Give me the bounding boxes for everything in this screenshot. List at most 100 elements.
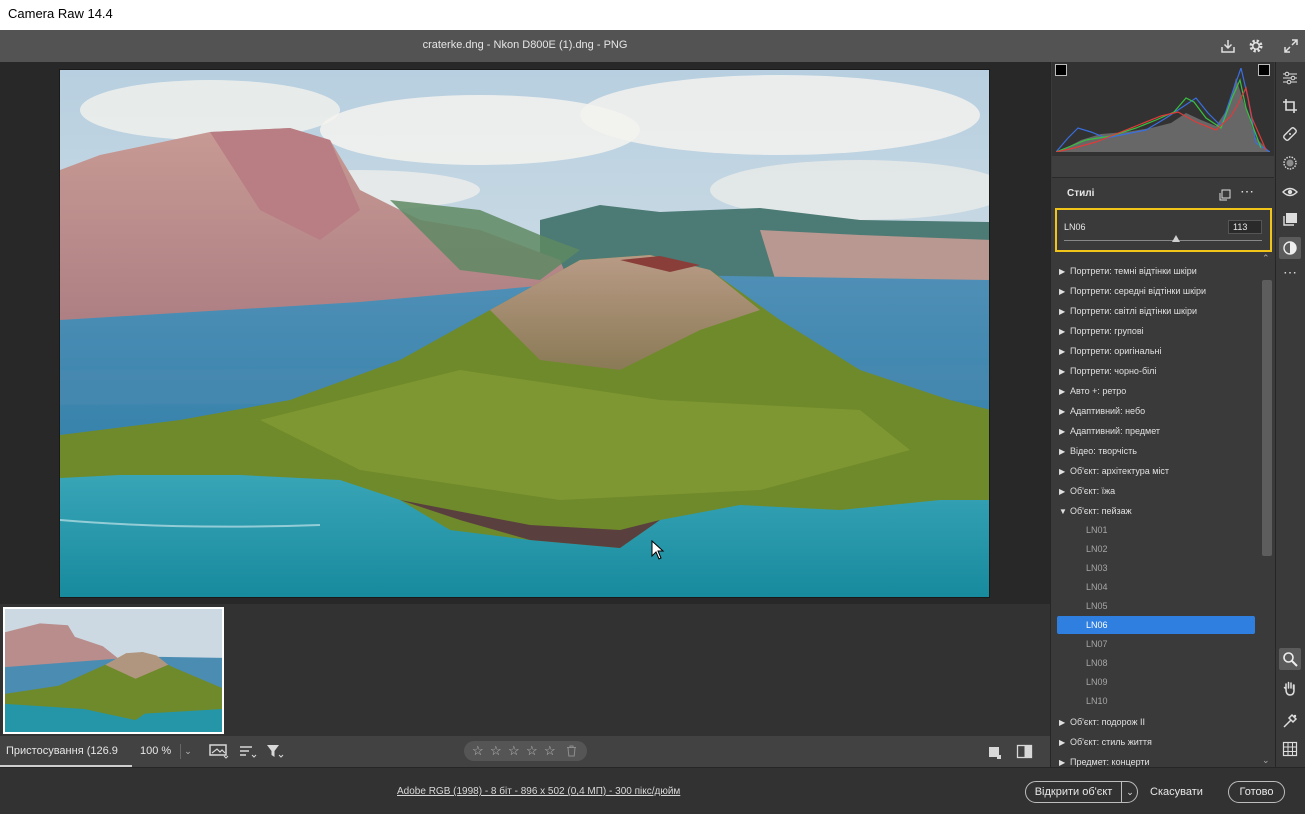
style-item[interactable]: LN01 (1057, 521, 1255, 539)
style-item[interactable]: LN04 (1057, 578, 1255, 596)
expand-arrow-icon[interactable]: ▶ (1059, 754, 1070, 767)
expand-arrow-icon[interactable]: ▶ (1059, 303, 1070, 321)
style-item[interactable]: LN02 (1057, 540, 1255, 558)
zoom-dropdown-icon[interactable]: ⌄ (180, 744, 195, 759)
fullscreen-icon[interactable] (1282, 37, 1300, 55)
style-group-label: Предмет: концерти (1070, 757, 1150, 767)
style-group-label: Портрети: чорно-білі (1070, 366, 1157, 376)
expand-arrow-icon[interactable]: ▶ (1059, 423, 1070, 441)
chevron-down-icon[interactable]: ⌄ (1121, 782, 1138, 802)
snapshots-icon[interactable] (1279, 209, 1301, 231)
hand-icon[interactable] (1279, 677, 1301, 699)
create-style-icon[interactable] (1219, 188, 1231, 206)
before-after-icon[interactable] (1016, 744, 1034, 763)
style-amount-input[interactable]: 113 (1228, 220, 1262, 234)
more-tools-icon[interactable]: ⋯ (1279, 261, 1301, 283)
expand-arrow-icon[interactable]: ▶ (1059, 383, 1070, 401)
style-amount-slider[interactable] (1064, 235, 1262, 242)
style-group[interactable]: ▶ Об'єкт: їжа (1059, 482, 1115, 500)
file-title: craterke.dng - Nkon D800E (1).dng - PNG (422, 39, 628, 51)
style-item[interactable]: LN05 (1057, 597, 1255, 615)
style-group[interactable]: ▶ Авто +: ретро (1059, 382, 1126, 400)
panel-divider (1052, 156, 1274, 178)
expand-arrow-icon[interactable]: ▶ (1059, 443, 1070, 461)
fit-zoom-button[interactable]: Пристосування (126.9 %) (0, 736, 132, 788)
zoom-icon[interactable] (1279, 648, 1301, 670)
expand-arrow-icon[interactable]: ▶ (1059, 363, 1070, 381)
edit-sliders-icon[interactable] (1279, 67, 1301, 89)
style-item[interactable]: LN10 (1057, 692, 1255, 710)
style-amount-box: LN06 113 (1055, 208, 1272, 252)
presets-icon[interactable] (1279, 237, 1301, 259)
grid-icon[interactable] (1279, 738, 1301, 760)
collapse-arrow-icon[interactable]: ▼ (1059, 503, 1070, 521)
filmstrip-thumbnail[interactable] (3, 607, 224, 734)
expand-arrow-icon[interactable]: ▶ (1059, 483, 1070, 501)
expand-arrow-icon[interactable]: ▶ (1059, 734, 1070, 752)
style-amount-name: LN06 (1064, 222, 1086, 232)
gear-icon[interactable] (1247, 37, 1265, 55)
rating-star-5[interactable]: ☆ (544, 743, 556, 759)
zoom-100-button[interactable]: 100 % (140, 736, 171, 767)
style-group[interactable]: ▶ Портрети: чорно-білі (1059, 362, 1156, 380)
style-group[interactable]: ▶ Об'єкт: архітектура міст (1059, 462, 1169, 480)
trash-icon[interactable] (566, 745, 577, 760)
scroll-down-icon[interactable]: ⌄ (1262, 755, 1270, 766)
style-item[interactable]: LN03 (1057, 559, 1255, 577)
style-group[interactable]: ▶ Портрети: групові (1059, 322, 1144, 340)
open-object-button[interactable]: Відкрити об'єкт ⌄ (1025, 781, 1138, 803)
style-group[interactable]: ▶ Адаптивний: небо (1059, 402, 1145, 420)
style-group[interactable]: ▶ Портрети: світлі відтінки шкіри (1059, 302, 1197, 320)
view-mode-icon[interactable] (986, 744, 1002, 763)
expand-arrow-icon[interactable]: ▶ (1059, 343, 1070, 361)
color-sampler-icon[interactable] (1279, 710, 1301, 732)
expand-arrow-icon[interactable]: ▶ (1059, 263, 1070, 281)
style-group[interactable]: ▶ Об'єкт: подорож II (1059, 713, 1145, 731)
style-group-label: Об'єкт: стиль життя (1070, 737, 1152, 747)
style-item[interactable]: LN07 (1057, 635, 1255, 653)
expand-arrow-icon[interactable]: ▶ (1059, 714, 1070, 732)
star-rating[interactable]: ☆ ☆ ☆ ☆ ☆ (464, 741, 587, 761)
rating-star-3[interactable]: ☆ (508, 743, 520, 759)
style-group[interactable]: ▶ Портрети: темні відтінки шкіри (1059, 262, 1197, 280)
done-button[interactable]: Готово (1228, 781, 1285, 803)
filmstrip-toggle-icon[interactable] (209, 743, 229, 762)
rating-star-1[interactable]: ☆ (472, 743, 484, 759)
open-object-label[interactable]: Відкрити об'єкт (1026, 782, 1121, 802)
expand-arrow-icon[interactable]: ▶ (1059, 403, 1070, 421)
style-item[interactable]: LN08 (1057, 654, 1255, 672)
masking-icon[interactable] (1279, 152, 1301, 174)
style-group[interactable]: ▶ Портрети: оригінальні (1059, 342, 1161, 360)
cancel-button[interactable]: Скасувати (1150, 781, 1203, 803)
rating-star-2[interactable]: ☆ (490, 743, 502, 759)
expand-arrow-icon[interactable]: ▶ (1059, 463, 1070, 481)
style-group-expanded[interactable]: ▼ Об'єкт: пейзаж (1059, 502, 1132, 520)
style-group[interactable]: ▶ Відео: творчість (1059, 442, 1137, 460)
style-item-selected[interactable]: LN06 (1057, 616, 1255, 634)
style-group[interactable]: ▶ Адаптивний: предмет (1059, 422, 1160, 440)
more-options-icon[interactable]: ⋯ (1240, 183, 1254, 200)
workflow-options-link[interactable]: Adobe RGB (1998) - 8 біт - 896 x 502 (0,… (397, 786, 680, 797)
style-group-label: Портрети: оригінальні (1070, 346, 1162, 356)
scroll-up-icon[interactable]: ⌃ (1262, 253, 1270, 264)
sort-icon[interactable] (239, 744, 257, 762)
style-group-label: Об'єкт: архітектура міст (1070, 466, 1170, 476)
crop-icon[interactable] (1279, 95, 1301, 117)
healing-icon[interactable] (1279, 123, 1301, 145)
style-group[interactable]: ▶ Предмет: концерти (1059, 753, 1150, 767)
filter-icon[interactable] (266, 744, 284, 762)
expand-arrow-icon[interactable]: ▶ (1059, 323, 1070, 341)
rating-star-4[interactable]: ☆ (526, 743, 538, 759)
save-icon[interactable] (1219, 37, 1237, 55)
styles-header: Стилі ⋯ (1052, 178, 1274, 208)
scrollbar-thumb[interactable] (1262, 280, 1272, 556)
style-group[interactable]: ▶ Портрети: середні відтінки шкіри (1059, 282, 1206, 300)
expand-arrow-icon[interactable]: ▶ (1059, 283, 1070, 301)
slider-thumb[interactable] (1171, 235, 1180, 242)
top-bar: craterke.dng - Nkon D800E (1).dng - PNG (0, 30, 1305, 62)
main-photo[interactable] (59, 69, 990, 598)
style-group[interactable]: ▶ Об'єкт: стиль життя (1059, 733, 1152, 751)
style-item[interactable]: LN09 (1057, 673, 1255, 691)
red-eye-icon[interactable] (1279, 181, 1301, 203)
style-group-label: Об'єкт: подорож II (1070, 717, 1145, 727)
